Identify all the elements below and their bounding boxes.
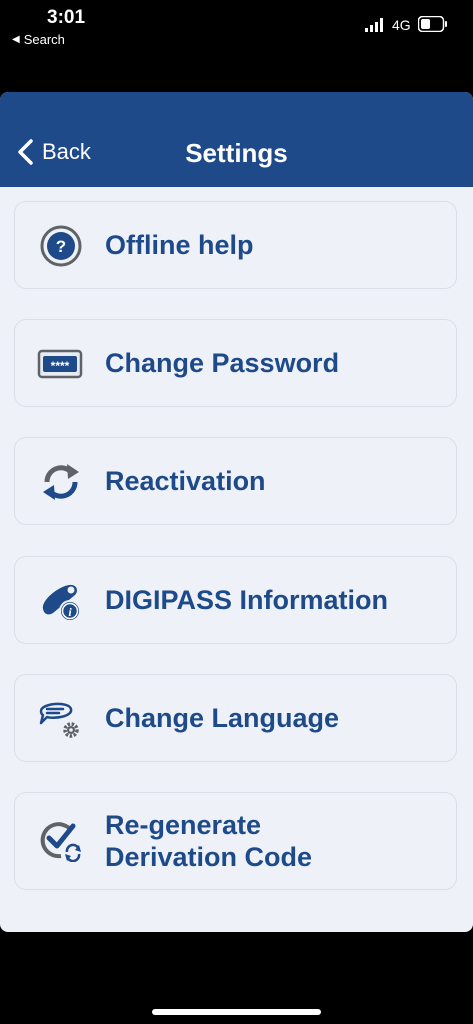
change-password-item[interactable]: **** Change Password <box>14 319 457 407</box>
refresh-arrows-icon <box>43 464 79 500</box>
digipass-info-icon: i <box>42 584 81 622</box>
regenerate-derivation-code-item[interactable]: Re-generate Derivation Code <box>14 792 457 890</box>
back-to-app-link[interactable]: ◀ Search <box>12 32 65 47</box>
menu-item-label: Change Language <box>105 703 340 733</box>
password-field-icon: **** <box>37 349 83 379</box>
cellular-signal-icon <box>365 18 383 32</box>
offline-help-item[interactable]: ? Offline help <box>14 201 457 289</box>
check-refresh-icon <box>40 822 81 862</box>
digipass-information-item[interactable]: i DIGIPASS Information <box>14 556 457 644</box>
menu-item-label: Reactivation <box>105 466 266 496</box>
network-type: 4G <box>392 17 411 33</box>
home-indicator[interactable] <box>152 1009 321 1015</box>
status-bar: 3:01 ◀ Search 4G <box>0 0 473 60</box>
status-time: 3:01 <box>47 7 86 28</box>
svg-text:****: **** <box>51 359 70 373</box>
navigation-bar: Back Settings <box>0 92 473 187</box>
language-gear-icon <box>39 702 79 738</box>
back-triangle-icon: ◀ <box>12 34 20 45</box>
page-title: Settings <box>185 138 288 168</box>
settings-screen: Back Settings ? Offline help **** Change… <box>0 92 473 932</box>
change-language-item[interactable]: Change Language <box>14 674 457 762</box>
question-circle-icon: ? <box>40 225 82 267</box>
back-to-app-label: Search <box>23 32 65 47</box>
battery-icon <box>418 16 447 32</box>
menu-item-label: Re-generate Derivation Code <box>105 810 313 872</box>
svg-text:?: ? <box>56 237 66 256</box>
menu-item-label: Change Password <box>105 348 340 378</box>
menu-item-label: DIGIPASS Information <box>105 585 389 615</box>
menu-item-label: Offline help <box>105 230 254 260</box>
reactivation-item[interactable]: Reactivation <box>14 437 457 525</box>
